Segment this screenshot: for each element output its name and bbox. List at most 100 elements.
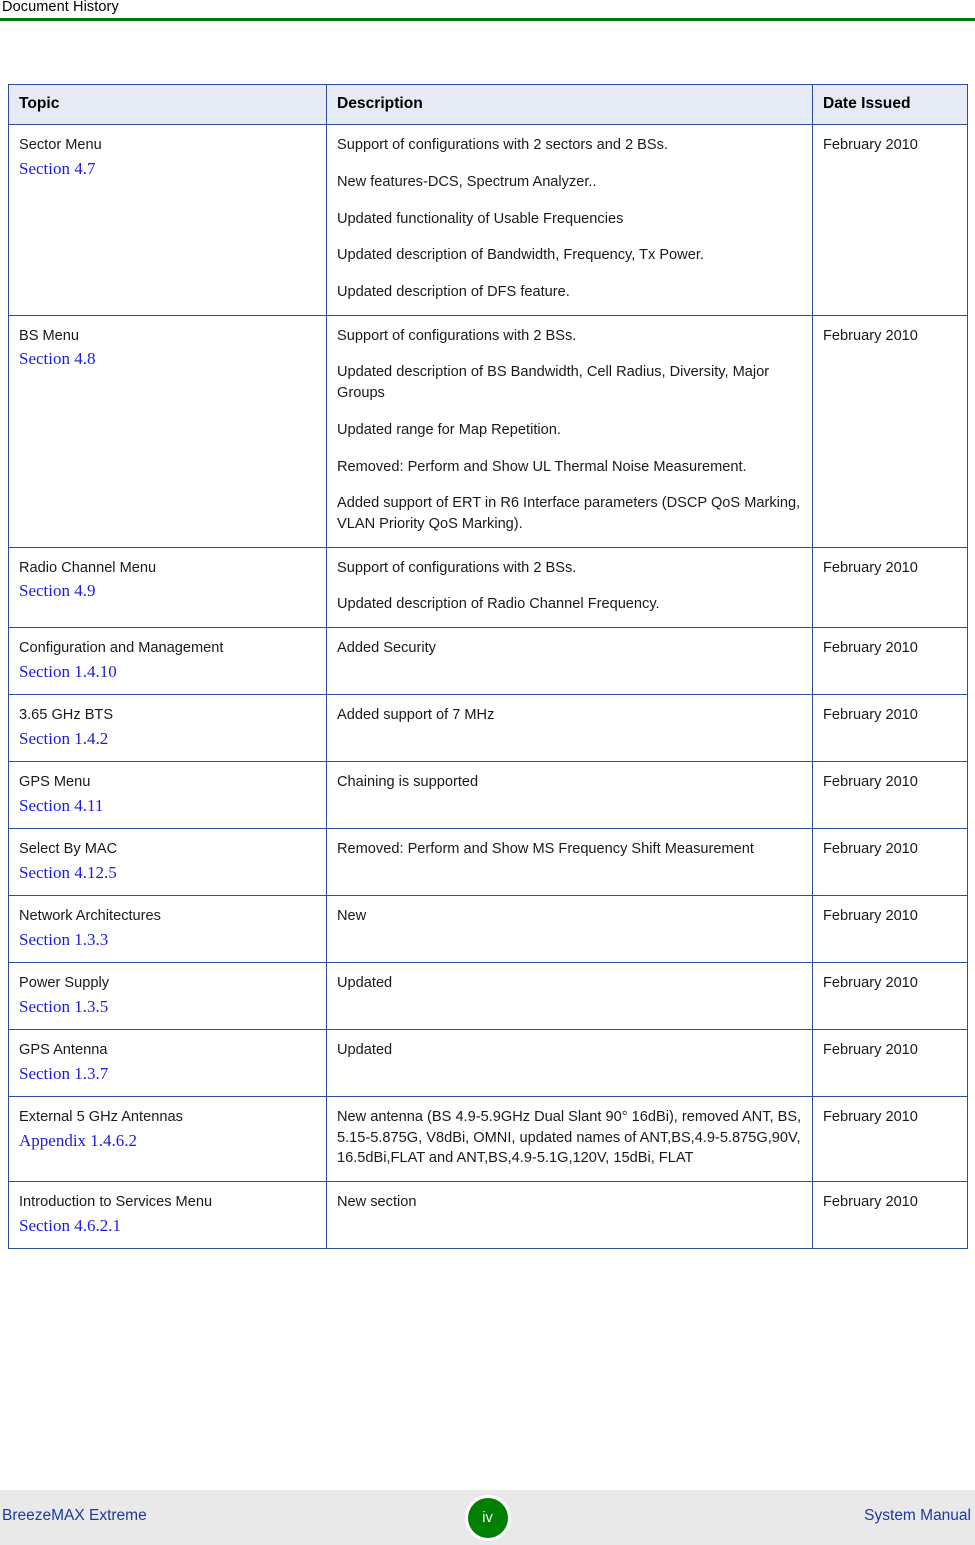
topic-section-link[interactable]: Section 4.8 xyxy=(19,348,316,369)
cell-topic: Power Supply Section 1.3.5 xyxy=(8,962,327,1031)
cell-description: New xyxy=(326,895,813,964)
description-paragraph: Support of configurations with 2 BSs. xyxy=(337,559,577,576)
description-paragraph: Support of configurations with 2 sectors… xyxy=(337,137,668,154)
footer-document-name: System Manual xyxy=(864,1507,971,1524)
topic-section-link[interactable]: Section 1.4.2 xyxy=(19,728,316,749)
topic-name: Sector Menu xyxy=(19,137,102,154)
cell-topic: Introduction to Services Menu Section 4.6… xyxy=(8,1181,327,1250)
topic-name: Network Architectures xyxy=(19,908,161,925)
description-paragraph: Support of configurations with 2 BSs. xyxy=(337,327,577,344)
cell-topic: BS Menu Section 4.8 xyxy=(8,314,327,548)
cell-description: New antenna (BS 4.9-5.9GHz Dual Slant 90… xyxy=(326,1095,813,1183)
page-running-head: Document History xyxy=(0,0,975,22)
topic-name: Introduction to Services Menu xyxy=(19,1194,213,1211)
cell-description: Added Security xyxy=(326,627,813,696)
topic-name: Power Supply xyxy=(19,975,110,992)
table-row: Select By MAC Section 4.12.5 Removed: Perf… xyxy=(8,828,968,897)
table-row: Sector Menu Section 4.7 Support of configu… xyxy=(8,124,968,316)
topic-section-link[interactable]: Section 4.11 xyxy=(19,795,316,816)
cell-description: Support of configurations with 2 sectors… xyxy=(326,124,813,316)
description-paragraph: New section xyxy=(337,1194,417,1211)
description-paragraph: Added Security xyxy=(337,640,436,657)
table-row: GPS Antenna Section 1.3.7 Updated February … xyxy=(8,1029,968,1097)
topic-section-link[interactable]: Section 1.3.7 xyxy=(19,1063,316,1084)
page-number-label: iv xyxy=(482,1509,493,1526)
cell-topic: Network Architectures Section 1.3.3 xyxy=(8,895,327,964)
cell-date-issued: February 2010 xyxy=(812,1095,968,1183)
description-paragraph: New features-DCS, Spectrum Analyzer.. xyxy=(337,173,597,190)
description-paragraph: Removed: Perform and Show MS Frequency S… xyxy=(337,841,754,858)
description-paragraph: Updated xyxy=(337,1042,393,1059)
topic-section-link[interactable]: Section 4.12.5 xyxy=(19,862,316,883)
topic-section-link[interactable]: Appendix 1.4.6.2 xyxy=(19,1130,316,1151)
description-paragraph: Updated description of BS Bandwidth, Cel… xyxy=(337,364,770,402)
description-paragraph: Added support of 7 MHz xyxy=(337,707,495,724)
cell-description: Removed: Perform and Show MS Frequency S… xyxy=(326,828,813,897)
topic-section-link[interactable]: Section 1.3.3 xyxy=(19,929,316,950)
cell-description: New section xyxy=(326,1181,813,1250)
table-body: Sector Menu Section 4.7 Support of configu… xyxy=(8,124,968,1250)
column-header-date-issued: Date Issued xyxy=(812,83,968,126)
cell-date-issued: February 2010 xyxy=(812,962,968,1031)
cell-topic: Sector Menu Section 4.7 xyxy=(8,124,327,316)
cell-topic: GPS Antenna Section 1.3.7 xyxy=(8,1029,327,1097)
topic-name: Select By MAC xyxy=(19,841,118,858)
table-row: BS Menu Section 4.8 Support of configurati… xyxy=(8,314,968,548)
cell-date-issued: February 2010 xyxy=(812,828,968,897)
cell-topic: Configuration and Management Section 1.4.… xyxy=(8,627,327,696)
description-paragraph: Updated xyxy=(337,975,393,992)
table-row: Introduction to Services Menu Section 4.6… xyxy=(8,1181,968,1250)
column-header-description: Description xyxy=(326,83,813,126)
table-row: Radio Channel Menu Section 4.9 Support of … xyxy=(8,546,968,629)
topic-name: 3.65 GHz BTS xyxy=(19,707,114,724)
description-paragraph: Updated description of Bandwidth, Freque… xyxy=(337,247,704,264)
cell-description: Added support of 7 MHz xyxy=(326,694,813,763)
description-paragraph: Chaining is supported xyxy=(337,774,479,791)
topic-section-link[interactable]: Section 4.6.2.1 xyxy=(19,1215,316,1236)
cell-topic: Select By MAC Section 4.12.5 xyxy=(8,828,327,897)
topic-section-link[interactable]: Section 4.7 xyxy=(19,158,316,179)
description-paragraph: New antenna (BS 4.9-5.9GHz Dual Slant 90… xyxy=(337,1108,802,1167)
footer-product-name: BreezeMAX Extreme xyxy=(2,1507,147,1524)
cell-topic: Radio Channel Menu Section 4.9 xyxy=(8,546,327,629)
topic-section-link[interactable]: Section 1.3.5 xyxy=(19,996,316,1017)
cell-date-issued: February 2010 xyxy=(812,546,968,629)
description-paragraph: Updated range for Map Repetition. xyxy=(337,421,561,438)
topic-name: GPS Menu xyxy=(19,774,91,791)
topic-name: BS Menu xyxy=(19,327,80,344)
cell-date-issued: February 2010 xyxy=(812,124,968,316)
cell-date-issued: February 2010 xyxy=(812,895,968,964)
table-row: Network Architectures Section 1.3.3 New Feb… xyxy=(8,895,968,964)
table-header-row: Topic Description Date Issued xyxy=(8,83,968,126)
table-header: Topic Description Date Issued xyxy=(8,83,968,126)
table-row: External 5 GHz Antennas Appendix 1.4.6.2 N… xyxy=(8,1095,968,1183)
document-history-table: Topic Description Date Issued Sector Men… xyxy=(8,83,968,1250)
cell-topic: 3.65 GHz BTS Section 1.4.2 xyxy=(8,694,327,763)
topic-name: Configuration and Management xyxy=(19,640,224,657)
cell-date-issued: February 2010 xyxy=(812,1029,968,1097)
description-paragraph: Updated description of DFS feature. xyxy=(337,284,570,301)
cell-date-issued: February 2010 xyxy=(812,761,968,830)
cell-description: Chaining is supported xyxy=(326,761,813,830)
table-row: Power Supply Section 1.3.5 Updated February… xyxy=(8,962,968,1031)
column-header-topic: Topic xyxy=(8,83,327,126)
table-row: GPS Menu Section 4.11 Chaining is supporte… xyxy=(8,761,968,830)
topic-name: External 5 GHz Antennas xyxy=(19,1108,183,1125)
topic-name: GPS Antenna xyxy=(19,1042,108,1059)
running-head-title: Document History xyxy=(2,0,119,15)
cell-description: Support of configurations with 2 BSs. Upd… xyxy=(326,314,813,548)
table-row: 3.65 GHz BTS Section 1.4.2 Added support o… xyxy=(8,694,968,763)
page-footer: BreezeMAX Extreme iv System Manual xyxy=(0,1490,975,1545)
cell-date-issued: February 2010 xyxy=(812,627,968,696)
description-paragraph: Updated functionality of Usable Frequenc… xyxy=(337,210,624,227)
description-paragraph: New xyxy=(337,908,367,925)
topic-section-link[interactable]: Section 4.9 xyxy=(19,580,316,601)
cell-description: Updated xyxy=(326,962,813,1031)
topic-name: Radio Channel Menu xyxy=(19,559,157,576)
cell-date-issued: February 2010 xyxy=(812,694,968,763)
topic-section-link[interactable]: Section 1.4.10 xyxy=(19,661,316,682)
description-paragraph: Updated description of Radio Channel Fre… xyxy=(337,596,660,613)
cell-description: Support of configurations with 2 BSs. Upd… xyxy=(326,546,813,629)
table-row: Configuration and Management Section 1.4.… xyxy=(8,627,968,696)
cell-description: Updated xyxy=(326,1029,813,1097)
